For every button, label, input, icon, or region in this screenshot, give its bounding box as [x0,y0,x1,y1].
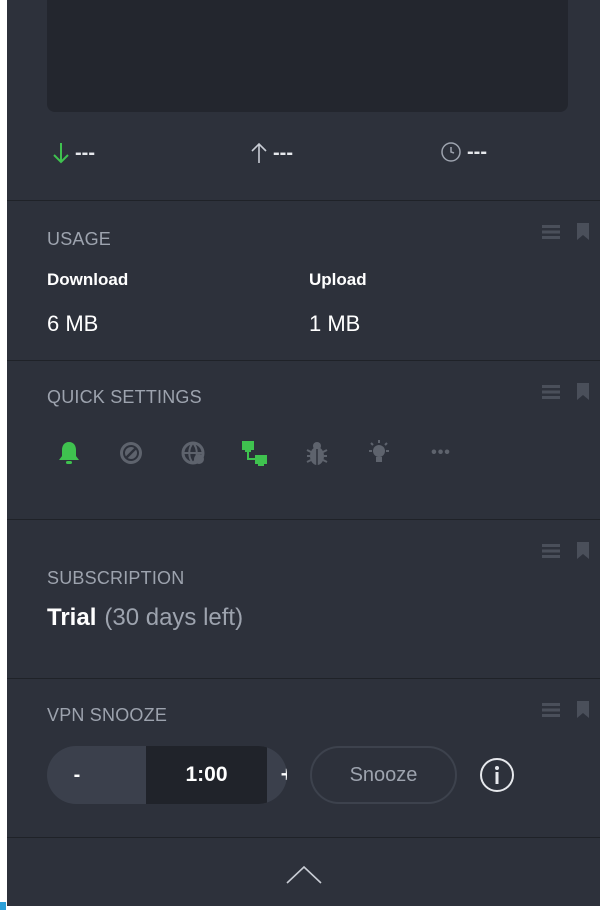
connection-time-value: --- [467,140,487,163]
card-tools [542,223,590,241]
subscription-status: Trial (30 days left) [47,604,243,632]
subscription-remaining: (30 days left) [104,604,244,631]
download-arrow-icon [53,143,69,164]
divider [7,837,600,838]
download-value: 6 MB [47,311,99,336]
subscription-title: SUBSCRIPTION [47,568,185,588]
download-speed-value: --- [75,141,95,164]
duration-input[interactable] [146,746,267,804]
snooze-button[interactable]: Snooze [310,746,457,804]
download-speed: --- [51,140,95,166]
bookmark-icon[interactable] [576,383,590,401]
info-icon[interactable] [479,757,515,793]
usage-card: USAGE Download 6 MB Upload 1 MB [7,201,600,360]
traffic-stats: --- --- --- [7,140,600,172]
more-label: ••• [431,444,451,461]
subscription-plan: Trial [47,604,97,631]
vpn-status-panel: --- --- --- USAGE Download 6 MB Upload 1… [7,0,600,906]
more-icon[interactable]: ••• [427,439,455,467]
quick-settings-icons: ••• [55,439,455,467]
bookmark-icon[interactable] [576,542,590,560]
menu-icon[interactable] [542,224,560,240]
globe-icon[interactable] [179,439,207,467]
upload-arrow-icon [251,142,267,163]
connection-time: --- [439,140,487,164]
block-icon[interactable] [117,439,145,467]
upload-label: Upload [309,270,367,289]
chevron-up-icon[interactable] [284,862,324,886]
menu-icon[interactable] [542,384,560,400]
card-tools [542,383,590,401]
network-icon[interactable] [241,439,269,467]
clock-icon [441,142,461,162]
card-tools [542,542,590,560]
usage-title: USAGE [47,229,112,249]
snooze-duration-stepper: - + [47,746,287,804]
corner-accent [0,902,6,910]
vpn-snooze-title: VPN SNOOZE [47,705,168,725]
vpn-snooze-card: VPN SNOOZE - + Snooze [7,679,600,837]
lightbulb-icon[interactable] [365,439,393,467]
menu-icon[interactable] [542,702,560,718]
menu-icon[interactable] [542,543,560,559]
subscription-card: SUBSCRIPTION Trial (30 days left) [7,520,600,678]
quick-settings-card: QUICK SETTINGS ••• [7,361,600,519]
bug-icon[interactable] [303,439,331,467]
download-label: Download [47,270,129,289]
quick-settings-title: QUICK SETTINGS [47,387,202,407]
upload-value: 1 MB [309,311,361,336]
traffic-graph [47,0,568,112]
card-tools [542,701,590,719]
bookmark-icon[interactable] [576,701,590,719]
upload-speed: --- [249,140,293,166]
increase-button[interactable]: + [261,746,287,804]
upload-speed-value: --- [273,141,293,164]
bell-icon[interactable] [55,439,83,467]
bookmark-icon[interactable] [576,223,590,241]
decrease-button[interactable]: - [47,746,107,804]
